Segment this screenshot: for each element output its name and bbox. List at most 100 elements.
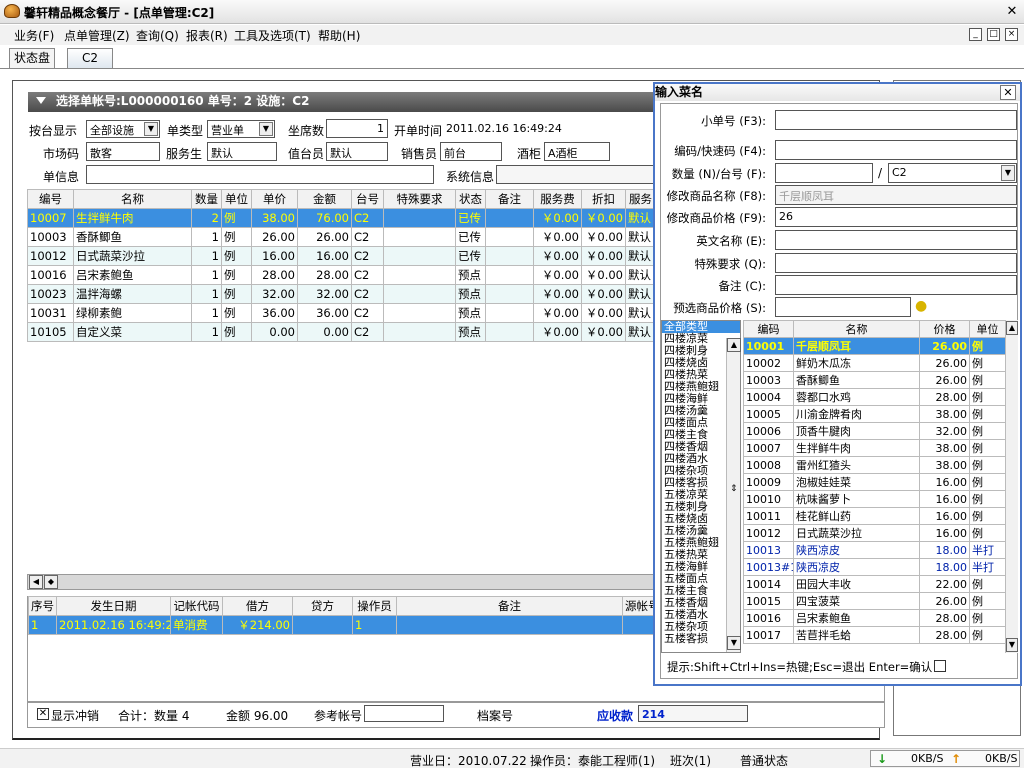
quick-code-field[interactable]: [775, 140, 1017, 160]
mod-price-field[interactable]: 26: [775, 207, 1017, 227]
menu-report[interactable]: 报表(R): [186, 27, 228, 44]
tab-c2[interactable]: C2: [67, 48, 113, 68]
chevron-down-icon[interactable]: ▼: [259, 122, 273, 136]
mdi-restore-icon[interactable]: □: [987, 28, 1000, 41]
ledger-col-seq[interactable]: 序号: [28, 596, 57, 616]
confirm-checkbox[interactable]: [934, 660, 946, 672]
order-row[interactable]: 10105 自定义菜 1 例 0.00 0.00 C2 预点 ￥0.00 ￥0.00 默认: [27, 322, 656, 342]
mdi-minimize-icon[interactable]: _: [969, 28, 982, 41]
seller-field[interactable]: 前台: [440, 142, 502, 161]
scroll-down-icon[interactable]: ▼: [1006, 638, 1018, 652]
menu-order-manage[interactable]: 点单管理(Z): [64, 27, 130, 44]
ledger-col-source[interactable]: 源帐号: [622, 596, 657, 616]
scroll-thumb[interactable]: ◆: [44, 575, 58, 589]
duty-field[interactable]: 默认: [326, 142, 388, 161]
dish-row[interactable]: 10017 苦苣拌毛蛤 28.00 例: [743, 626, 1006, 644]
col-discount[interactable]: 折扣: [581, 189, 626, 209]
lightbulb-icon[interactable]: ●: [915, 297, 929, 315]
order-info-field[interactable]: [86, 165, 434, 184]
dish-row[interactable]: 10004 蓉都口水鸡 28.00 例: [743, 388, 1006, 406]
order-row[interactable]: 10031 绿柳素鲍 1 例 36.00 36.00 C2 预点 ￥0.00 ￥0.00 默认: [27, 303, 656, 323]
dish-row[interactable]: 10013 陕西凉皮 18.00 半打: [743, 541, 1006, 559]
tab-status-panel[interactable]: 状态盘: [9, 48, 55, 68]
chevron-down-icon[interactable]: ▼: [144, 122, 158, 136]
collapse-arrow-icon[interactable]: [36, 97, 46, 104]
dish-row[interactable]: 10001 千层顺凤耳 26.00 例: [743, 337, 1006, 355]
remark-field[interactable]: [775, 275, 1017, 295]
scroll-left-icon[interactable]: ◀: [29, 575, 43, 589]
dish-row[interactable]: 10009 泡椒娃娃菜 16.00 例: [743, 473, 1006, 491]
window-close-button[interactable]: ✕: [1004, 4, 1020, 20]
col-status[interactable]: 状态: [455, 189, 486, 209]
horizontal-scrollbar[interactable]: ◀ ◆: [27, 574, 655, 590]
col-special[interactable]: 特殊要求: [383, 189, 456, 209]
menu-query[interactable]: 查询(Q): [136, 27, 179, 44]
chevron-down-icon[interactable]: ▼: [1001, 165, 1015, 181]
scroll-grip-icon[interactable]: ⇕: [730, 484, 738, 494]
col-service-fee[interactable]: 服务费: [533, 189, 582, 209]
col-remark[interactable]: 备注: [485, 189, 534, 209]
dish-col-price[interactable]: 价格: [919, 320, 970, 338]
menu-tools[interactable]: 工具及选项(T): [234, 27, 311, 44]
ledger-col-date[interactable]: 发生日期: [56, 596, 171, 616]
order-row[interactable]: 10023 温拌海螺 1 例 32.00 32.00 C2 预点 ￥0.00 ￥0.00 默认: [27, 284, 656, 304]
dish-col-name[interactable]: 名称: [793, 320, 920, 338]
menu-help[interactable]: 帮助(H): [318, 27, 360, 44]
col-service[interactable]: 服务: [625, 189, 656, 209]
table-select[interactable]: C2 ▼: [888, 163, 1017, 183]
english-name-field[interactable]: [775, 230, 1017, 250]
order-row[interactable]: 10007 生拌鲜牛肉 2 例 38.00 76.00 C2 已传 ￥0.00 ￥0.00 默认: [27, 208, 656, 228]
dialog-close-icon[interactable]: ✕: [1000, 85, 1016, 100]
qty-field[interactable]: [775, 163, 873, 183]
ledger-col-credit[interactable]: 贷方: [292, 596, 353, 616]
category-scrollbar[interactable]: ▲ ⇕ ▼: [726, 338, 741, 652]
special-request-field[interactable]: [775, 253, 1017, 273]
order-row[interactable]: 10003 香酥鲫鱼 1 例 26.00 26.00 C2 已传 ￥0.00 ￥0.00 默认: [27, 227, 656, 247]
dish-row[interactable]: 10011 桂花鲜山药 16.00 例: [743, 507, 1006, 525]
col-name[interactable]: 名称: [73, 189, 192, 209]
waiter-field[interactable]: 默认: [207, 142, 277, 161]
mdi-close-icon[interactable]: ×: [1005, 28, 1018, 41]
facility-select[interactable]: 全部设施 ▼: [86, 120, 160, 138]
ref-account-field[interactable]: [364, 705, 444, 722]
sub-order-field[interactable]: [775, 110, 1017, 130]
dish-row[interactable]: 10006 顶香牛腱肉 32.00 例: [743, 422, 1006, 440]
dish-col-code[interactable]: 编码: [743, 320, 794, 338]
show-offset-checkbox[interactable]: ✕: [37, 708, 49, 720]
ledger-col-debit[interactable]: 借方: [222, 596, 293, 616]
order-row[interactable]: 10016 吕宋素鲍鱼 1 例 28.00 28.00 C2 预点 ￥0.00 ￥0.00 默认: [27, 265, 656, 285]
col-code[interactable]: 编号: [27, 189, 74, 209]
dish-row[interactable]: 10016 吕宋素鲍鱼 28.00 例: [743, 609, 1006, 627]
dish-scrollbar[interactable]: ▲ ▼: [1005, 320, 1018, 653]
section-header[interactable]: 选择单帐号:L000000160 单号：2 设施：C2: [28, 92, 656, 112]
dish-row[interactable]: 10008 雷州红猹头 38.00 例: [743, 456, 1006, 474]
dish-row[interactable]: 10003 香酥鲫鱼 26.00 例: [743, 371, 1006, 389]
col-table[interactable]: 台号: [351, 189, 384, 209]
scroll-up-icon[interactable]: ▲: [727, 338, 741, 352]
preset-price-field[interactable]: [775, 297, 911, 317]
scroll-down-icon[interactable]: ▼: [727, 636, 741, 650]
dish-row[interactable]: 10007 生拌鲜牛肉 38.00 例: [743, 439, 1006, 457]
dish-row[interactable]: 10012 日式蔬菜沙拉 16.00 例: [743, 524, 1006, 542]
col-amount[interactable]: 金额: [297, 189, 352, 209]
dish-row[interactable]: 10005 川渝金牌肴肉 38.00 例: [743, 405, 1006, 423]
bar-field[interactable]: A酒柜: [544, 142, 610, 161]
dish-row[interactable]: 10002 鲜奶木瓜冻 26.00 例: [743, 354, 1006, 372]
dish-row[interactable]: 10010 杭味酱萝卜 16.00 例: [743, 490, 1006, 508]
seats-field[interactable]: 1: [326, 119, 388, 138]
market-field[interactable]: 散客: [86, 142, 160, 161]
order-type-select[interactable]: 营业单 ▼: [207, 120, 275, 138]
dish-row[interactable]: 10013#1 陕西凉皮 18.00 半打: [743, 558, 1006, 576]
menu-business[interactable]: 业务(F): [14, 27, 54, 44]
dish-col-unit[interactable]: 单位: [969, 320, 1006, 338]
col-price[interactable]: 单价: [251, 189, 298, 209]
col-unit[interactable]: 单位: [221, 189, 252, 209]
scroll-up-icon[interactable]: ▲: [1006, 321, 1018, 335]
ledger-col-code[interactable]: 记帐代码: [170, 596, 223, 616]
ledger-row[interactable]: 1 2011.02.16 16:49:26 单消费 ￥214.00 1: [28, 615, 657, 635]
ledger-col-operator[interactable]: 操作员: [352, 596, 397, 616]
dish-row[interactable]: 10015 四宝菠菜 26.00 例: [743, 592, 1006, 610]
dish-row[interactable]: 10014 田园大丰收 22.00 例: [743, 575, 1006, 593]
order-row[interactable]: 10012 日式蔬菜沙拉 1 例 16.00 16.00 C2 已传 ￥0.00 ￥0.00 默认: [27, 246, 656, 266]
col-qty[interactable]: 数量: [191, 189, 222, 209]
